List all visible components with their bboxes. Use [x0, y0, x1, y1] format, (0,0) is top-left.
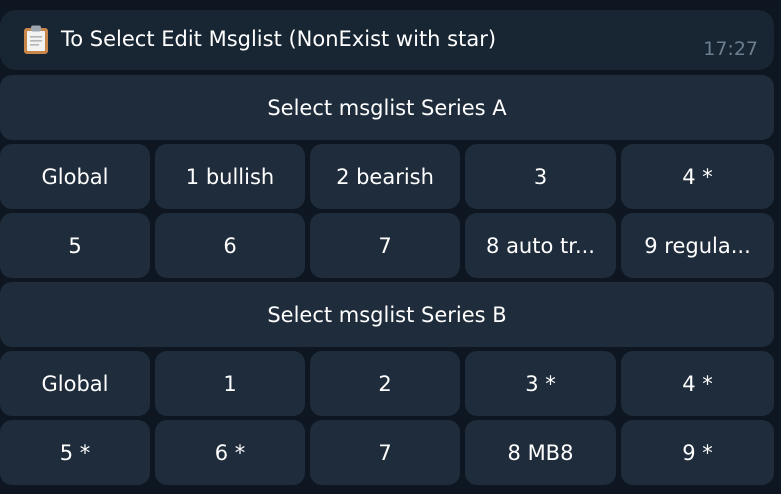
message-bubble: To Select Edit Msglist (NonExist with st…	[0, 10, 774, 70]
series-a-8-button[interactable]: 8 auto tr...	[465, 213, 616, 278]
series-b-2-button[interactable]: 2	[310, 351, 460, 416]
series-a-3-button[interactable]: 3	[465, 144, 616, 209]
series-b-6-button[interactable]: 6 *	[155, 420, 305, 485]
message-title: To Select Edit Msglist (NonExist with st…	[61, 27, 497, 51]
series-a-7-button[interactable]: 7	[310, 213, 460, 278]
series-a-5-button[interactable]: 5	[0, 213, 150, 278]
series-b-7-button[interactable]: 7	[310, 420, 460, 485]
chat-view: To Select Edit Msglist (NonExist with st…	[0, 0, 781, 494]
series-b-header-button[interactable]: Select msglist Series B	[0, 282, 774, 347]
series-a-row-2: 5 6 7 8 auto tr... 9 regula...	[0, 213, 774, 278]
series-b-global-button[interactable]: Global	[0, 351, 150, 416]
series-a-6-button[interactable]: 6	[155, 213, 305, 278]
series-a-header-button[interactable]: Select msglist Series A	[0, 75, 774, 140]
series-b-8-button[interactable]: 8 MB8	[465, 420, 616, 485]
series-a-2-button[interactable]: 2 bearish	[310, 144, 460, 209]
series-b-9-button[interactable]: 9 *	[621, 420, 774, 485]
series-b-3-button[interactable]: 3 *	[465, 351, 616, 416]
message-timestamp: 17:27	[703, 38, 758, 60]
series-a-global-button[interactable]: Global	[0, 144, 150, 209]
series-b-4-button[interactable]: 4 *	[621, 351, 774, 416]
clipboard-icon	[22, 25, 50, 55]
series-a-9-button[interactable]: 9 regula...	[621, 213, 774, 278]
series-b-row-1: Global 1 2 3 * 4 *	[0, 351, 774, 416]
series-a-1-button[interactable]: 1 bullish	[155, 144, 305, 209]
series-a-row-1: Global 1 bullish 2 bearish 3 4 *	[0, 144, 774, 209]
series-b-5-button[interactable]: 5 *	[0, 420, 150, 485]
series-a-4-button[interactable]: 4 *	[621, 144, 774, 209]
series-b-row-2: 5 * 6 * 7 8 MB8 9 *	[0, 420, 774, 485]
series-b-1-button[interactable]: 1	[155, 351, 305, 416]
